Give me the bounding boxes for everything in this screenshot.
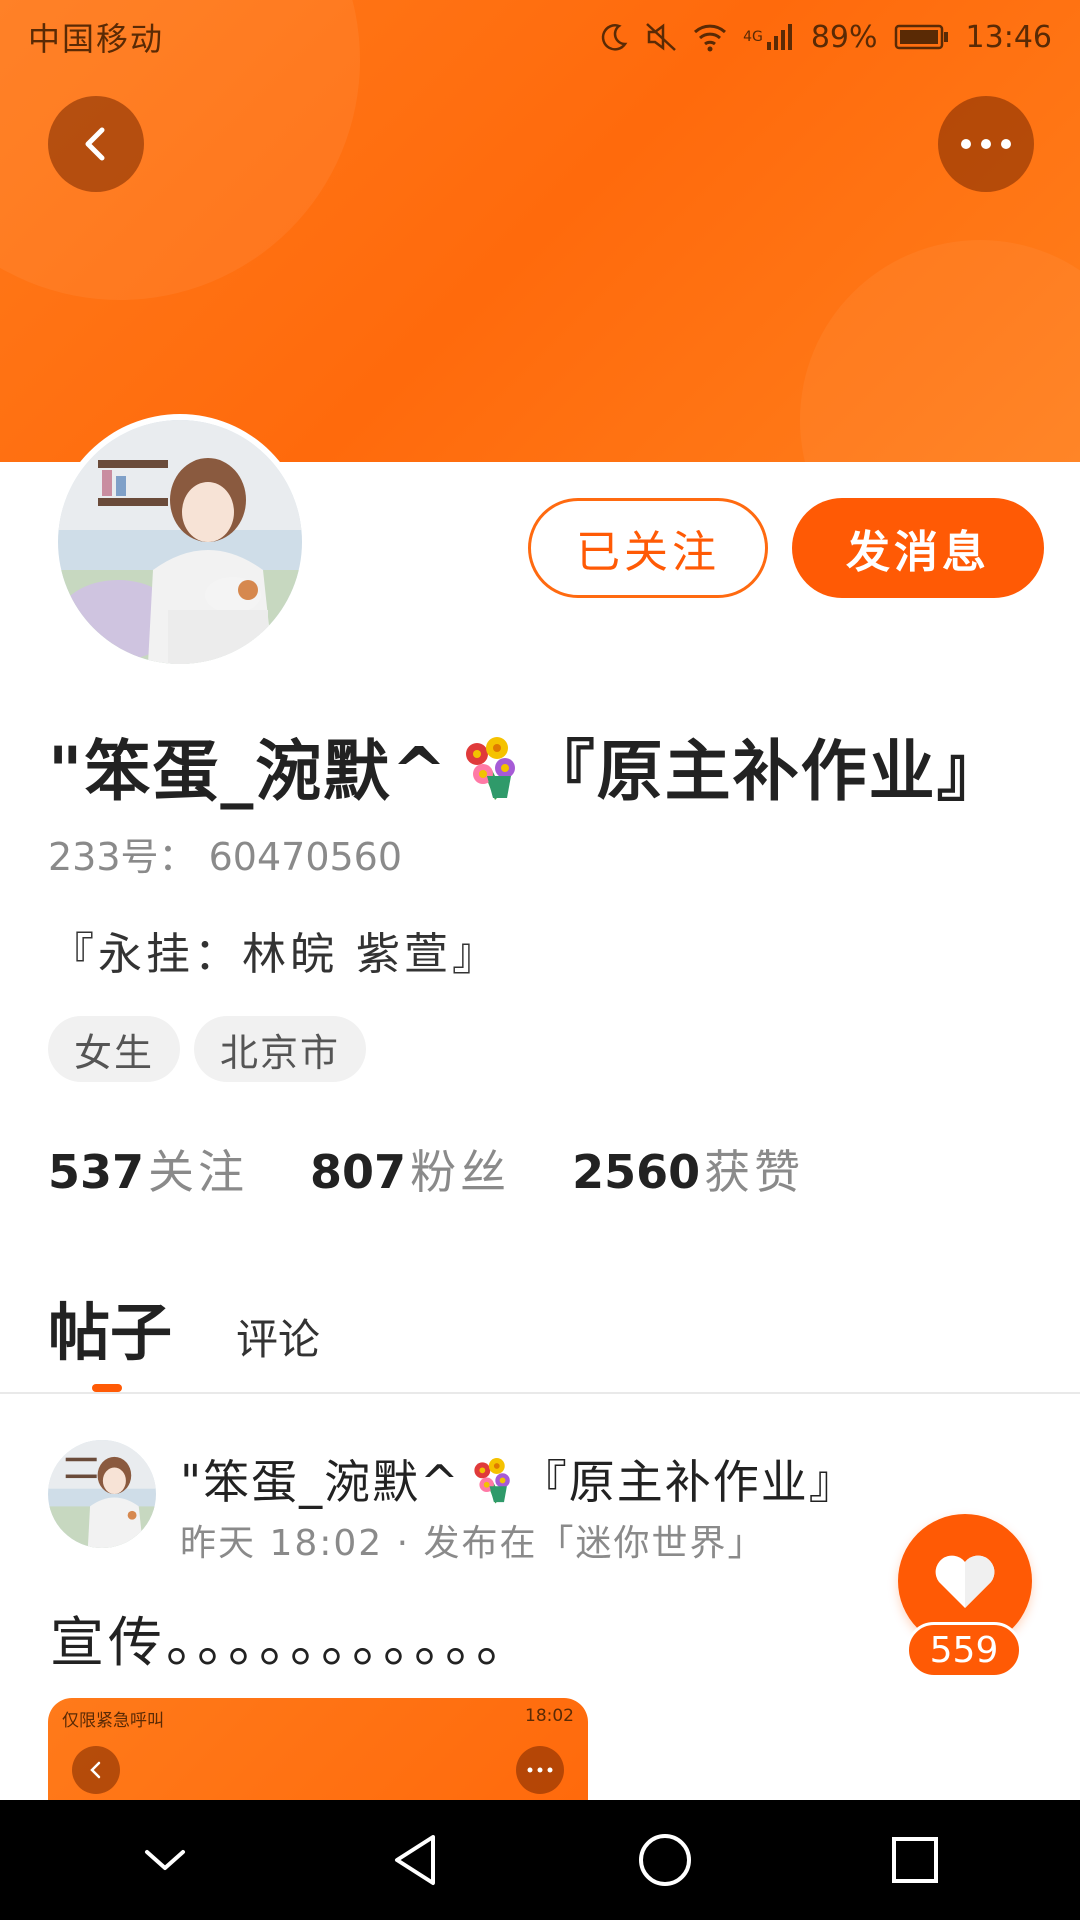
- nav-back-button[interactable]: [365, 1810, 465, 1910]
- battery-icon: [894, 23, 950, 51]
- nav-recents-button[interactable]: [865, 1810, 965, 1910]
- battery-percent: 89%: [810, 19, 878, 55]
- wifi-icon: [693, 22, 727, 52]
- triangle-back-icon: [395, 1835, 435, 1885]
- tab-comments[interactable]: 评论: [236, 1306, 320, 1367]
- post-author-suffix: 『原主补作业』: [520, 1455, 857, 1509]
- mute-icon: [645, 22, 677, 52]
- stat-followers-value: 807: [310, 1145, 407, 1199]
- post-image-preview[interactable]: 仅限紧急呼叫 18:02: [48, 1698, 588, 1800]
- avatar: [58, 420, 302, 664]
- user-bio: 『永挂：林皖 紫萱』: [50, 929, 500, 980]
- avatar-illustration: [48, 1440, 156, 1548]
- heart-icon: [935, 1555, 995, 1608]
- stat-followers-label: 粉丝: [410, 1145, 511, 1199]
- tab-posts[interactable]: 帖子: [48, 1282, 172, 1372]
- carrier-label: 中国移动: [28, 20, 165, 58]
- profile-avatar[interactable]: [52, 414, 308, 670]
- more-button[interactable]: [938, 96, 1034, 192]
- gender-tag: 女生: [48, 1016, 181, 1082]
- username: "笨蛋_涴默^ 『原主补作业』: [48, 718, 1005, 814]
- signal-icon: 4G: [743, 22, 795, 52]
- stat-following-value: 537: [48, 1145, 145, 1199]
- post-author-prefix: "笨蛋_涴默^: [180, 1455, 461, 1509]
- system-nav-bar: [0, 1800, 1080, 1920]
- status-bar: 中国移动 4G 89% 13:46: [0, 0, 1080, 74]
- send-message-button[interactable]: 发消息: [792, 498, 1044, 598]
- preview-status-left: 仅限紧急呼叫: [62, 1711, 164, 1731]
- stat-following[interactable]: 537关注: [48, 1136, 248, 1202]
- moon-icon: [599, 22, 629, 52]
- network-type: 4G: [743, 29, 763, 45]
- nav-home-button[interactable]: [615, 1810, 715, 1910]
- post-author-name[interactable]: "笨蛋_涴默^ 『原主补作业』: [180, 1446, 857, 1512]
- tabs-divider: [0, 1392, 1080, 1394]
- post-meta: 昨天 18:02 · 发布在「迷你世界」: [180, 1523, 766, 1564]
- username-prefix: "笨蛋_涴默^: [48, 733, 449, 810]
- profile-stats: 537关注 807粉丝 2560获赞: [48, 1136, 804, 1202]
- post-author-avatar[interactable]: [48, 1440, 156, 1548]
- bouquet-icon: [453, 730, 525, 802]
- stat-likes[interactable]: 2560获赞: [572, 1136, 804, 1202]
- avatar-illustration: [58, 420, 302, 664]
- more-dots-icon: [961, 139, 1011, 149]
- chevron-down-icon: [145, 1850, 185, 1870]
- username-suffix: 『原主补作业』: [528, 733, 1005, 810]
- active-tab-indicator: [92, 1384, 122, 1392]
- like-count: 559: [906, 1622, 1022, 1678]
- stat-likes-value: 2560: [572, 1145, 701, 1199]
- stat-likes-label: 获赞: [704, 1145, 805, 1199]
- profile-tags: 女生 北京市: [48, 1016, 367, 1082]
- user-id: 233号： 60470560: [48, 835, 403, 879]
- content-tabs: 帖子 评论: [48, 1282, 320, 1372]
- circle-home-icon: [639, 1834, 691, 1886]
- preview-status-bar: 仅限紧急呼叫 18:02: [62, 1706, 574, 1731]
- post-text[interactable]: 宣传。。。。。。。。。。。: [50, 1598, 534, 1677]
- stat-following-label: 关注: [148, 1145, 249, 1199]
- nav-hide-button[interactable]: [115, 1810, 215, 1910]
- preview-more-icon: [516, 1746, 564, 1794]
- back-button[interactable]: [48, 96, 144, 192]
- stat-followers[interactable]: 807粉丝: [310, 1136, 510, 1202]
- bouquet-icon: [465, 1453, 517, 1505]
- clock: 13:46: [965, 19, 1052, 55]
- preview-status-time: 18:02: [525, 1706, 574, 1726]
- chevron-left-icon: [85, 127, 105, 161]
- followed-button[interactable]: 已关注: [528, 498, 768, 598]
- location-tag: 北京市: [194, 1016, 367, 1082]
- preview-back-icon: [72, 1746, 120, 1794]
- square-recents-icon: [892, 1837, 938, 1883]
